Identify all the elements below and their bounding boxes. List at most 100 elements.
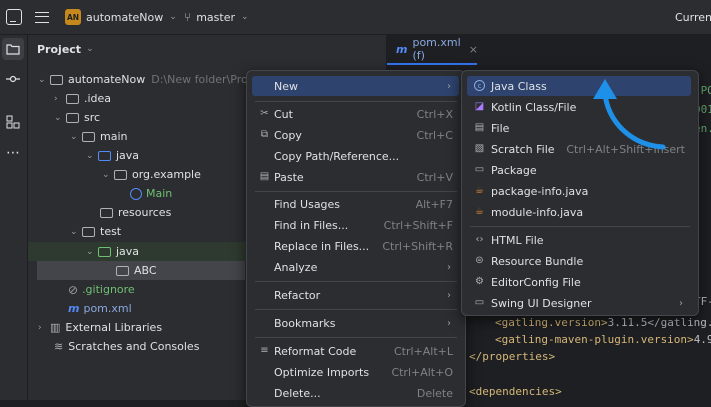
menu-item-refactor[interactable]: Refactor › — [252, 285, 459, 305]
commit-tool-button[interactable] — [2, 68, 24, 90]
folder-icon — [66, 112, 79, 123]
menu-shortcut: Ctrl+Shift+R — [382, 239, 453, 253]
menu-item-copy-path[interactable]: Copy Path/Reference... — [252, 146, 459, 166]
menu-item-package-info[interactable]: ☕ package-info.java — [467, 181, 691, 201]
menu-item-module-info[interactable]: ☕ module-info.java — [467, 202, 691, 222]
menu-item-html-file[interactable]: ‹› HTML File — [467, 230, 691, 250]
tree-item-pom[interactable]: m pom.xml — [68, 299, 132, 318]
code-line[interactable]: </properties> — [469, 350, 555, 363]
menu-item-find-usages[interactable]: Find Usages Alt+F7 — [252, 194, 459, 214]
chevron-down-icon: ⌄ — [54, 112, 62, 123]
more-tools-icon[interactable]: ⋯ — [2, 142, 24, 164]
close-icon[interactable]: × — [469, 43, 478, 56]
copy-icon: ⧉ — [260, 129, 269, 140]
resource-bundle-icon: ⊜ — [475, 255, 484, 266]
package-icon — [114, 169, 127, 180]
menu-label: File — [491, 121, 510, 135]
tree-label: automateNow — [68, 73, 146, 86]
menu-item-copy[interactable]: ⧉ Copy Ctrl+C — [252, 125, 459, 145]
menu-item-delete[interactable]: Delete... Delete — [252, 383, 459, 403]
menu-item-package[interactable]: ▭ Package — [467, 160, 691, 180]
branch-switcher[interactable]: ⑂ master ⌄ — [184, 0, 249, 34]
context-menu: New › ✂ Cut Ctrl+X ⧉ Copy Ctrl+C Copy Pa… — [246, 70, 466, 407]
chevron-down-icon: ⌄ — [70, 131, 78, 142]
tree-item-test[interactable]: ⌄ test — [70, 222, 121, 241]
tree-item-main[interactable]: ⌄ main — [70, 127, 127, 146]
code-line[interactable]: <dependencies> — [469, 385, 562, 398]
menu-label: Delete... — [274, 386, 321, 400]
app-logo-icon[interactable] — [6, 0, 22, 34]
menu-item-analyze[interactable]: Analyze › — [252, 257, 459, 277]
panel-title: Project — [37, 42, 82, 56]
code-line[interactable]: <gatling.version>3.11.5</gatling.v — [495, 316, 711, 329]
menu-item-cut[interactable]: ✂ Cut Ctrl+X — [252, 104, 459, 124]
tree-item-gitignore[interactable]: ⊘ .gitignore — [68, 280, 135, 299]
tree-item-org-example[interactable]: ⌄ org.example — [102, 165, 201, 184]
java-file-icon: ☕ — [475, 185, 484, 196]
menu-item-find-in-files[interactable]: Find in Files... Ctrl+Shift+F — [252, 215, 459, 235]
menu-item-optimize-imports[interactable]: Optimize Imports Ctrl+Alt+O — [252, 362, 459, 382]
chevron-right-icon: › — [447, 261, 451, 273]
folder-icon — [66, 93, 79, 104]
menu-item-editorconfig[interactable]: ⚙ EditorConfig File — [467, 272, 691, 292]
tree-label: ABC — [134, 264, 157, 277]
branch-name: master — [196, 10, 235, 24]
tree-label: External Libraries — [65, 321, 163, 334]
tree-label: java — [116, 245, 140, 258]
code-line[interactable]: <gatling-maven-plugin.version>4.9. — [495, 333, 711, 346]
tree-item-java-main[interactable]: ⌄ java — [86, 146, 139, 165]
tree-item-idea[interactable]: › .idea — [54, 89, 111, 108]
menu-shortcut: Alt+F7 — [415, 197, 453, 211]
source-folder-icon — [98, 150, 111, 161]
menu-label: Java Class — [491, 79, 547, 93]
menu-item-resource-bundle[interactable]: ⊜ Resource Bundle — [467, 251, 691, 271]
menu-item-bookmarks[interactable]: Bookmarks › — [252, 313, 459, 333]
menu-shortcut: Ctrl+C — [416, 128, 453, 142]
maven-icon: m — [396, 42, 408, 56]
menu-label: Resource Bundle — [491, 254, 584, 268]
tree-item-src[interactable]: ⌄ src — [54, 108, 100, 127]
tree-item-main-class[interactable]: Main — [130, 184, 172, 203]
tree-item-root[interactable]: ⌄ automateNow D:\New folder\Proje — [38, 70, 258, 89]
tree-label: .idea — [84, 92, 112, 105]
tree-item-scratches[interactable]: ≋ Scratches and Consoles — [54, 337, 199, 356]
git-branch-icon: ⑂ — [184, 10, 192, 24]
tree-label: test — [100, 225, 122, 238]
menu-separator — [255, 337, 457, 338]
run-config-selector[interactable]: Current — [675, 0, 711, 34]
project-switcher[interactable]: AN automateNow ⌄ — [65, 0, 177, 34]
tree-label: src — [84, 111, 101, 124]
project-tool-button[interactable] — [2, 38, 24, 60]
java-class-icon: c — [474, 80, 485, 91]
menu-shortcut: Ctrl+X — [416, 107, 453, 121]
menu-item-replace-in-files[interactable]: Replace in Files... Ctrl+Shift+R — [252, 236, 459, 256]
java-file-icon: ☕ — [475, 206, 484, 217]
tree-item-java-test[interactable]: ⌄ java — [86, 242, 139, 261]
menu-separator — [255, 191, 457, 192]
menu-label: Refactor — [274, 288, 321, 302]
menu-item-paste[interactable]: ▤ Paste Ctrl+V — [252, 167, 459, 187]
menu-separator — [470, 226, 690, 227]
menu-label: Find in Files... — [274, 218, 349, 232]
chevron-down-icon: ⌄ — [169, 12, 177, 22]
folder-icon — [82, 226, 95, 237]
gear-icon: ⚙ — [475, 276, 484, 287]
menu-item-new[interactable]: New › — [252, 76, 459, 96]
project-panel-header[interactable]: Project ⌄ — [37, 35, 94, 63]
tree-item-resources[interactable]: resources — [100, 203, 171, 222]
structure-tool-button[interactable] — [2, 111, 24, 133]
menu-item-reformat-code[interactable]: ≡ Reformat Code Ctrl+Alt+L — [252, 341, 459, 361]
tree-item-external-libraries[interactable]: › ▥ External Libraries — [38, 318, 162, 337]
menu-item-swing-ui-designer[interactable]: ▭ Swing UI Designer › — [467, 293, 691, 313]
chevron-right-icon: › — [447, 80, 451, 92]
tree-label: .gitignore — [82, 283, 135, 296]
run-config-label: Current — [675, 10, 711, 24]
menu-label: Cut — [274, 107, 293, 121]
menu-label: Optimize Imports — [274, 365, 370, 379]
xml-tag: <gatling-maven-plugin.version> — [495, 333, 694, 346]
main-menu-icon[interactable] — [35, 0, 49, 34]
tab-label: pom.xml (f) — [412, 36, 461, 62]
tree-item-abc[interactable]: ABC — [116, 261, 157, 280]
xml-value: 3.11.5</gatling.v — [607, 316, 711, 329]
tab-pom-xml[interactable]: m pom.xml (f) × — [387, 35, 478, 65]
